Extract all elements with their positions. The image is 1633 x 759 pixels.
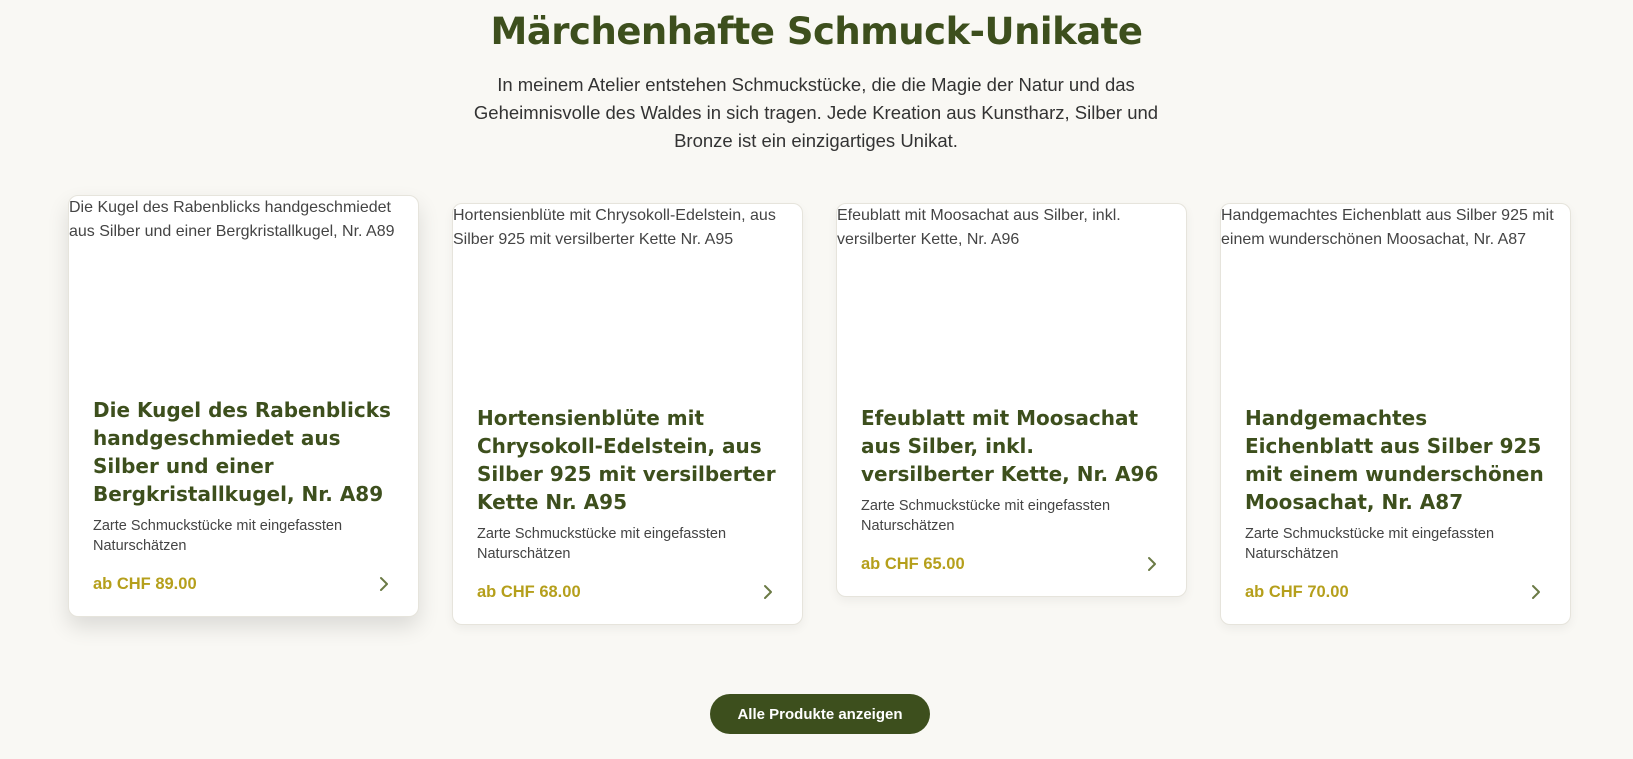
product-card[interactable]: Efeublatt mit Moosachat aus Silber, inkl… <box>836 203 1187 597</box>
product-title[interactable]: Efeublatt mit Moosachat aus Silber, inkl… <box>861 404 1162 488</box>
product-price: ab CHF 68.00 <box>477 582 581 601</box>
section-title: Märchenhafte Schmuck-Unikate <box>490 10 1143 53</box>
product-card[interactable]: Hortensienblüte mit Chrysokoll-Edelstein… <box>452 203 803 625</box>
chevron-right-icon[interactable] <box>1526 582 1546 602</box>
chevron-right-icon[interactable] <box>758 582 778 602</box>
product-price: ab CHF 89.00 <box>93 574 197 593</box>
product-image[interactable]: Hortensienblüte mit Chrysokoll-Edelstein… <box>453 204 802 404</box>
product-image[interactable]: Die Kugel des Rabenblicks handgeschmiede… <box>69 196 418 396</box>
product-description: Zarte Schmuckstücke mit eingefassten Nat… <box>93 518 343 554</box>
chevron-right-icon[interactable] <box>1142 554 1162 574</box>
product-title[interactable]: Hortensienblüte mit Chrysokoll-Edelstein… <box>477 404 778 516</box>
section-intro: In meinem Atelier entstehen Schmuckstück… <box>473 74 1159 151</box>
product-description: Zarte Schmuckstücke mit eingefassten Nat… <box>1245 526 1495 562</box>
all-products-button[interactable]: Alle Produkte anzeigen <box>710 694 930 734</box>
product-card[interactable]: Die Kugel des Rabenblicks handgeschmiede… <box>68 195 419 617</box>
product-title[interactable]: Die Kugel des Rabenblicks handgeschmiede… <box>93 396 394 508</box>
product-image[interactable]: Handgemachtes Eichenblatt aus Silber 925… <box>1221 204 1570 404</box>
product-image[interactable]: Efeublatt mit Moosachat aus Silber, inkl… <box>837 204 1186 404</box>
product-price: ab CHF 70.00 <box>1245 582 1349 601</box>
product-title[interactable]: Handgemachtes Eichenblatt aus Silber 925… <box>1245 404 1546 516</box>
product-card[interactable]: Handgemachtes Eichenblatt aus Silber 925… <box>1220 203 1571 625</box>
chevron-right-icon[interactable] <box>374 574 394 594</box>
product-description: Zarte Schmuckstücke mit eingefassten Nat… <box>861 498 1111 534</box>
product-price: ab CHF 65.00 <box>861 554 965 573</box>
product-description: Zarte Schmuckstücke mit eingefassten Nat… <box>477 526 727 562</box>
